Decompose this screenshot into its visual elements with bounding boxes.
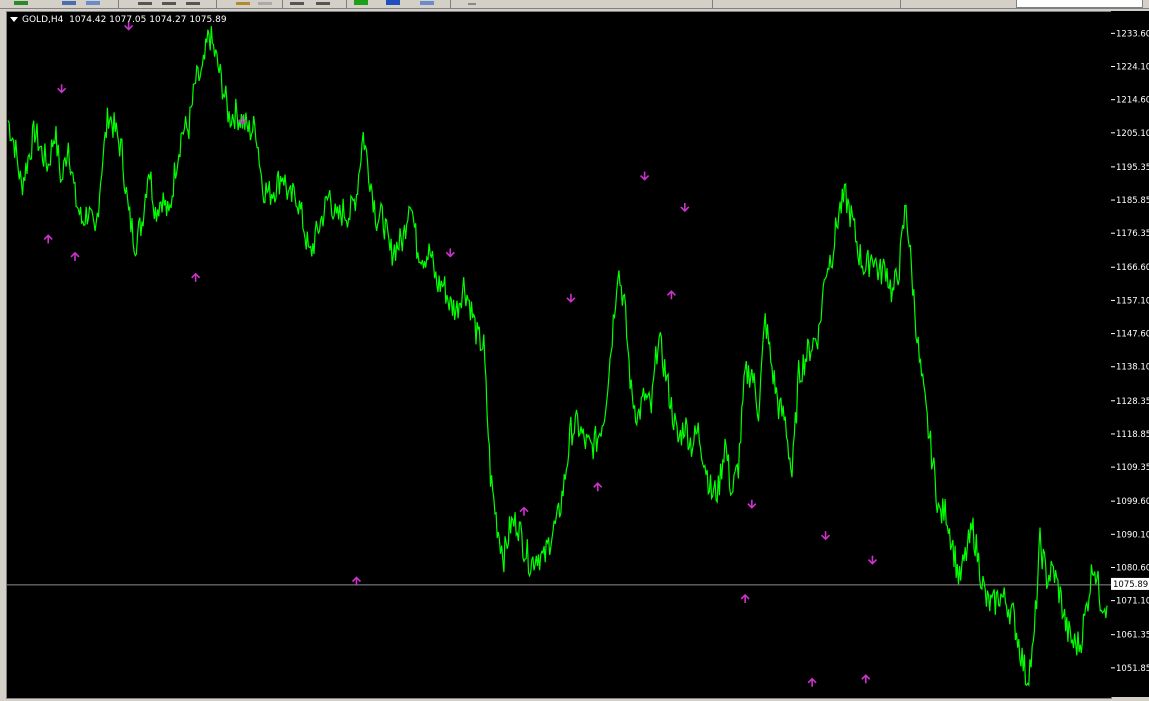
fractal-up-arrow-icon bbox=[666, 290, 676, 300]
shapes-icon[interactable] bbox=[258, 2, 272, 5]
price-tick-label: 1118.85 bbox=[1116, 430, 1149, 440]
price-line bbox=[7, 26, 1108, 687]
price-tick-label: 1051.85 bbox=[1116, 664, 1149, 674]
zoom-in-icon[interactable] bbox=[138, 2, 152, 5]
price-tick-label: 1071.10 bbox=[1116, 597, 1149, 607]
price-axis[interactable]: 1233.60 1224.10 1214.60 1205.10 1195.35 1185.… bbox=[1111, 11, 1149, 697]
fractal-down-arrow-icon bbox=[640, 171, 650, 181]
fractal-up-arrow-icon bbox=[861, 674, 871, 684]
price-tick-label: 1147.60 bbox=[1116, 330, 1149, 340]
new-chart-icon[interactable] bbox=[14, 1, 28, 5]
move-left-icon[interactable] bbox=[186, 2, 200, 5]
fractal-down-arrow-icon bbox=[57, 84, 67, 94]
new-order-icon[interactable] bbox=[354, 0, 368, 5]
fractal-up-arrow-icon bbox=[807, 677, 817, 687]
window-icon[interactable] bbox=[420, 1, 434, 5]
price-tick-label: 1205.10 bbox=[1116, 129, 1149, 139]
price-tick-label: 1233.60 bbox=[1116, 29, 1149, 39]
chart-header: GOLD,H4 1074.42 1077.05 1074.27 1075.89 bbox=[10, 15, 227, 25]
price-tick-label: 1224.10 bbox=[1116, 63, 1149, 73]
fractal-down-arrow-icon bbox=[820, 531, 831, 541]
toolbar-separator bbox=[282, 0, 283, 8]
profiles-icon[interactable] bbox=[86, 1, 100, 5]
toolbar-separator bbox=[712, 0, 713, 8]
price-tick-label: 1185.85 bbox=[1116, 196, 1149, 206]
current-price-label: 1075.89 bbox=[1113, 580, 1148, 590]
fractal-up-arrow-icon bbox=[70, 251, 80, 261]
fractal-up-arrow-icon bbox=[519, 506, 529, 516]
price-tick-label: 1090.10 bbox=[1116, 530, 1149, 540]
price-axis-svg: 1233.60 1224.10 1214.60 1205.10 1195.35 1185.… bbox=[1111, 29, 1149, 674]
fractal-up-arrow-icon bbox=[593, 482, 603, 492]
price-tick-label: 1157.10 bbox=[1116, 296, 1149, 306]
fractal-up-arrow-icon bbox=[351, 576, 362, 586]
fractal-markers-group bbox=[43, 21, 878, 687]
fractal-down-arrow-icon bbox=[867, 555, 878, 565]
price-tick-label: 1195.35 bbox=[1116, 163, 1149, 173]
price-tick-label: 1080.60 bbox=[1116, 563, 1149, 573]
chart-ohlc: 1074.42 1077.05 1074.27 1075.89 bbox=[69, 15, 227, 25]
fractal-down-arrow-icon bbox=[680, 202, 690, 213]
toolbar bbox=[0, 0, 1149, 9]
cursor-icon[interactable] bbox=[290, 2, 304, 5]
price-chart[interactable] bbox=[7, 12, 1111, 698]
fractal-down-arrow-icon bbox=[566, 293, 576, 303]
line-tool-icon[interactable] bbox=[236, 2, 250, 5]
period-icon[interactable] bbox=[468, 3, 476, 5]
fractal-down-arrow-icon bbox=[445, 248, 455, 258]
chart-window[interactable]: GOLD,H4 1074.42 1077.05 1074.27 1075.89 bbox=[6, 11, 1112, 699]
toolbar-separator bbox=[216, 0, 217, 8]
clock-icon[interactable] bbox=[386, 0, 400, 5]
symbol-search-input[interactable] bbox=[1016, 0, 1143, 8]
price-tick-label: 1138.10 bbox=[1116, 363, 1149, 373]
zoom-out-icon[interactable] bbox=[162, 2, 176, 5]
fractal-up-arrow-icon bbox=[740, 593, 750, 604]
price-tick-label: 1128.35 bbox=[1116, 397, 1149, 407]
toolbar-separator bbox=[450, 0, 451, 8]
toolbar-separator bbox=[900, 0, 901, 8]
chart-symbol: GOLD,H4 bbox=[22, 15, 64, 25]
move-right-icon[interactable] bbox=[316, 2, 330, 5]
fractal-up-arrow-icon bbox=[191, 272, 201, 282]
price-tick-label: 1099.60 bbox=[1116, 497, 1149, 507]
price-tick-label: 1109.35 bbox=[1116, 463, 1149, 473]
arrow-icon[interactable] bbox=[62, 1, 76, 5]
toolbar-separator bbox=[346, 0, 347, 8]
fractal-down-arrow-icon bbox=[747, 499, 757, 509]
price-series-group bbox=[7, 26, 1108, 687]
price-tick-label: 1214.60 bbox=[1116, 96, 1149, 106]
toolbar-separator bbox=[118, 0, 119, 8]
price-tick-label: 1166.60 bbox=[1116, 263, 1149, 273]
fractal-up-arrow-icon bbox=[43, 234, 53, 244]
price-tick-label: 1176.35 bbox=[1116, 229, 1149, 239]
price-tick-label: 1061.35 bbox=[1116, 631, 1149, 641]
dropdown-triangle-icon[interactable] bbox=[10, 17, 18, 22]
